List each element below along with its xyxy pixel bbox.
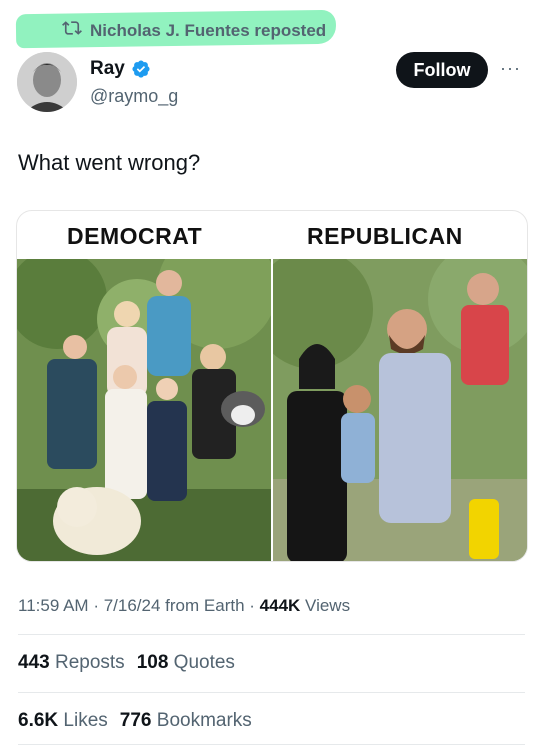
bookmarks-count: 776: [119, 710, 152, 731]
divider: [18, 744, 525, 745]
views-label: Views: [305, 596, 351, 615]
quotes-label: Quotes: [173, 652, 235, 673]
tweet-meta: 11:59 AM · 7/16/24 from Earth · 444K Vie…: [18, 596, 351, 615]
follow-button[interactable]: Follow: [396, 52, 488, 88]
author-name[interactable]: Ray: [90, 58, 125, 80]
author-name-row[interactable]: Ray: [90, 58, 151, 80]
family-photo-right[interactable]: [273, 259, 527, 561]
repost-text: Nicholas J. Fuentes reposted: [90, 20, 327, 40]
reposts-label: Reposts: [54, 652, 125, 673]
reposts-count: 443: [18, 652, 50, 673]
likes-count: 6.6K: [18, 710, 59, 731]
likes-stat[interactable]: 6.6K Likes: [18, 710, 108, 732]
repost-icon: [62, 18, 82, 43]
more-options-icon[interactable]: ···: [500, 58, 521, 79]
quotes-stat[interactable]: 108 Quotes: [137, 652, 235, 674]
tweet-text: What went wrong?: [18, 150, 201, 175]
bookmarks-label: Bookmarks: [156, 710, 252, 731]
reposts-stat[interactable]: 443 Reposts: [18, 652, 125, 674]
quotes-count: 108: [136, 652, 169, 673]
tweet-time[interactable]: 11:59 AM: [18, 596, 89, 615]
bookmarks-stat[interactable]: 776 Bookmarks: [120, 710, 252, 732]
family-photo-left[interactable]: [17, 259, 271, 561]
avatar[interactable]: [17, 52, 77, 112]
republican-label: REPUBLICAN: [307, 223, 463, 249]
views-count: 444K: [259, 596, 301, 615]
tweet-date[interactable]: 7/16/24: [104, 596, 161, 615]
tweet-source: from Earth: [165, 596, 245, 615]
likes-label: Likes: [63, 710, 108, 731]
democrat-label: DEMOCRAT: [67, 223, 203, 249]
reposts-quotes-row: 443 Reposts 108 Quotes: [18, 652, 235, 674]
repost-header[interactable]: Nicholas J. Fuentes reposted: [62, 18, 326, 43]
tweet-media[interactable]: DEMOCRAT REPUBLICAN: [16, 210, 528, 562]
verified-badge-icon: [131, 59, 151, 79]
author-handle[interactable]: @raymo_g: [90, 86, 178, 107]
divider: [18, 634, 525, 635]
divider: [18, 692, 525, 693]
likes-bookmarks-row: 6.6K Likes 776 Bookmarks: [18, 710, 252, 732]
